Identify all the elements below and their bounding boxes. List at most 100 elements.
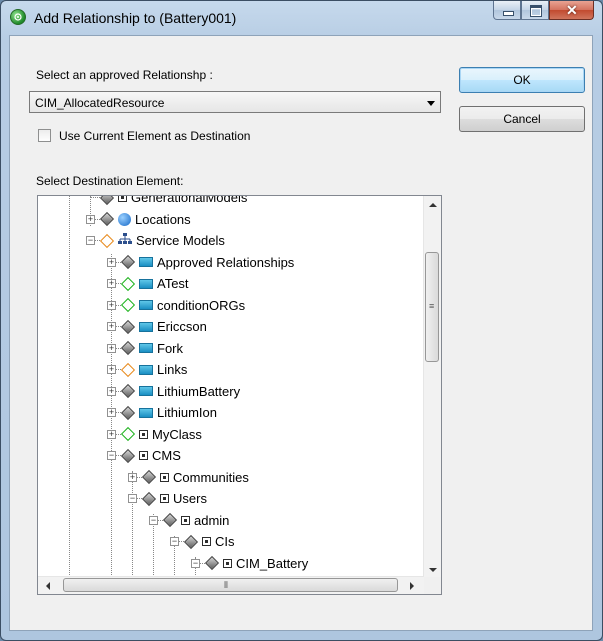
expand-icon[interactable]: + — [107, 322, 116, 331]
orange-diamond-icon — [120, 362, 136, 377]
tree-item-label: Fork — [157, 340, 183, 356]
close-icon: ✕ — [566, 2, 578, 18]
expand-icon[interactable]: + — [128, 472, 137, 482]
class-icon — [139, 451, 148, 460]
expand-icon[interactable]: + — [107, 257, 116, 267]
class-icon — [202, 537, 211, 546]
gray-diamond-icon — [162, 512, 178, 528]
tree-item-lithiumion[interactable]: LithiumIon — [120, 402, 217, 423]
folder-icon — [139, 364, 153, 375]
tree-item-fork[interactable]: Fork — [120, 338, 183, 359]
destination-label: Select Destination Element: — [36, 174, 184, 188]
tree-item-label: Links — [157, 362, 188, 377]
relationship-select-value: CIM_AllocatedResource — [35, 96, 165, 110]
cancel-button[interactable]: Cancel — [459, 106, 585, 132]
maximize-icon — [530, 5, 542, 17]
scroll-up-icon[interactable] — [429, 203, 437, 207]
tree-item-generationalmodels[interactable]: GenerationalModels — [99, 195, 248, 208]
tree-item-cis[interactable]: CIs — [183, 531, 235, 552]
collapse-icon[interactable]: − — [191, 558, 200, 568]
gray-diamond-icon — [204, 555, 220, 571]
tree-item-myclass[interactable]: MyClass — [120, 424, 202, 445]
tree-item-lithiumbattery[interactable]: LithiumBattery — [120, 381, 240, 402]
class-icon — [181, 515, 190, 525]
tree-item-approved-relationships[interactable]: Approved Relationships — [120, 252, 295, 273]
expand-icon[interactable]: + — [107, 300, 116, 310]
tree-item-service-models[interactable]: Service Models — [99, 230, 225, 251]
gray-diamond-icon — [120, 405, 136, 420]
scroll-left-icon[interactable] — [46, 582, 50, 590]
scroll-right-icon[interactable] — [410, 582, 414, 590]
class-icon — [160, 494, 169, 503]
collapse-icon[interactable]: − — [128, 494, 137, 503]
tree-item-communities[interactable]: Communities — [141, 467, 249, 488]
use-current-checkbox[interactable] — [38, 129, 51, 142]
expand-icon[interactable]: + — [107, 365, 116, 374]
expand-icon[interactable]: + — [107, 279, 116, 288]
close-button[interactable]: ✕ — [549, 1, 594, 20]
tree-item-locations[interactable]: Locations — [99, 209, 191, 230]
tree-guide-line — [69, 196, 70, 579]
gray-diamond-icon — [120, 254, 136, 270]
expand-icon[interactable]: + — [86, 214, 95, 224]
gray-diamond-icon — [99, 196, 115, 205]
tree-item-admin[interactable]: admin — [162, 510, 229, 531]
folder-icon — [139, 257, 153, 267]
gray-diamond-icon — [141, 469, 157, 485]
vertical-scrollbar[interactable]: ≡ — [423, 196, 441, 579]
class-icon — [160, 472, 169, 482]
tree-item-label: Communities — [173, 469, 249, 485]
tree-item-label: GenerationalModels — [131, 195, 248, 205]
scrollbar-corner — [424, 577, 441, 594]
horizontal-scroll-thumb[interactable]: ⦀ — [63, 578, 398, 592]
tree-item-users[interactable]: Users — [141, 488, 207, 509]
tree-item-conditionorgs[interactable]: conditionORGs — [120, 295, 245, 316]
green-diamond-icon — [120, 426, 136, 442]
tree-item-ericcson[interactable]: Ericcson — [120, 316, 207, 337]
tree-item-links[interactable]: Links — [120, 359, 188, 380]
tree-item-label: Users — [173, 491, 207, 506]
tree-item-atest[interactable]: ATest — [120, 273, 189, 294]
class-icon — [223, 558, 232, 568]
scroll-down-icon[interactable] — [429, 568, 437, 572]
tree-guide-line — [132, 471, 133, 579]
maximize-button[interactable] — [521, 1, 549, 20]
expand-icon[interactable]: + — [107, 408, 116, 417]
destination-tree[interactable]: GenerationalModels + Locations − Service Mod… — [37, 195, 442, 595]
minimize-button[interactable] — [493, 1, 521, 20]
horizontal-scrollbar[interactable]: ⦀ — [38, 576, 424, 594]
dialog-window: Add Relationship to (Battery001) ✕ Selec… — [0, 0, 603, 641]
collapse-icon[interactable]: − — [86, 236, 95, 245]
gray-diamond-icon — [120, 448, 136, 463]
expand-icon[interactable]: + — [107, 386, 116, 396]
tree-item-cim-battery[interactable]: CIM_Battery — [204, 553, 308, 574]
collapse-icon[interactable]: − — [107, 451, 116, 460]
collapse-icon[interactable]: − — [170, 537, 179, 546]
tree-item-label: Approved Relationships — [157, 254, 295, 270]
vertical-scroll-thumb[interactable]: ≡ — [425, 252, 439, 362]
use-current-label: Use Current Element as Destination — [59, 129, 251, 143]
gray-diamond-icon — [120, 319, 136, 334]
folder-icon — [139, 343, 153, 353]
folder-icon — [139, 321, 153, 332]
title-bar[interactable]: Add Relationship to (Battery001) ✕ — [1, 1, 602, 35]
gray-diamond-icon — [120, 383, 136, 399]
tree-item-label: Ericcson — [157, 319, 207, 334]
tree-item-label: MyClass — [152, 426, 202, 442]
app-icon — [10, 9, 26, 25]
tree-item-label: LithiumIon — [157, 405, 217, 420]
folder-icon — [139, 407, 153, 418]
expand-icon[interactable]: + — [107, 429, 116, 439]
chevron-down-icon[interactable] — [427, 101, 435, 106]
tree-item-label: CMS — [152, 448, 181, 463]
globe-icon — [118, 212, 131, 226]
relationship-label: Select an approved Relationshp : — [36, 68, 213, 82]
ok-button[interactable]: OK — [459, 67, 585, 93]
relationship-select[interactable]: CIM_AllocatedResource — [29, 91, 441, 113]
class-icon — [139, 429, 148, 439]
gray-diamond-icon — [120, 340, 136, 356]
collapse-icon[interactable]: − — [149, 515, 158, 525]
expand-icon[interactable]: + — [107, 343, 116, 353]
green-diamond-icon — [120, 276, 136, 291]
tree-item-cms[interactable]: CMS — [120, 445, 181, 466]
